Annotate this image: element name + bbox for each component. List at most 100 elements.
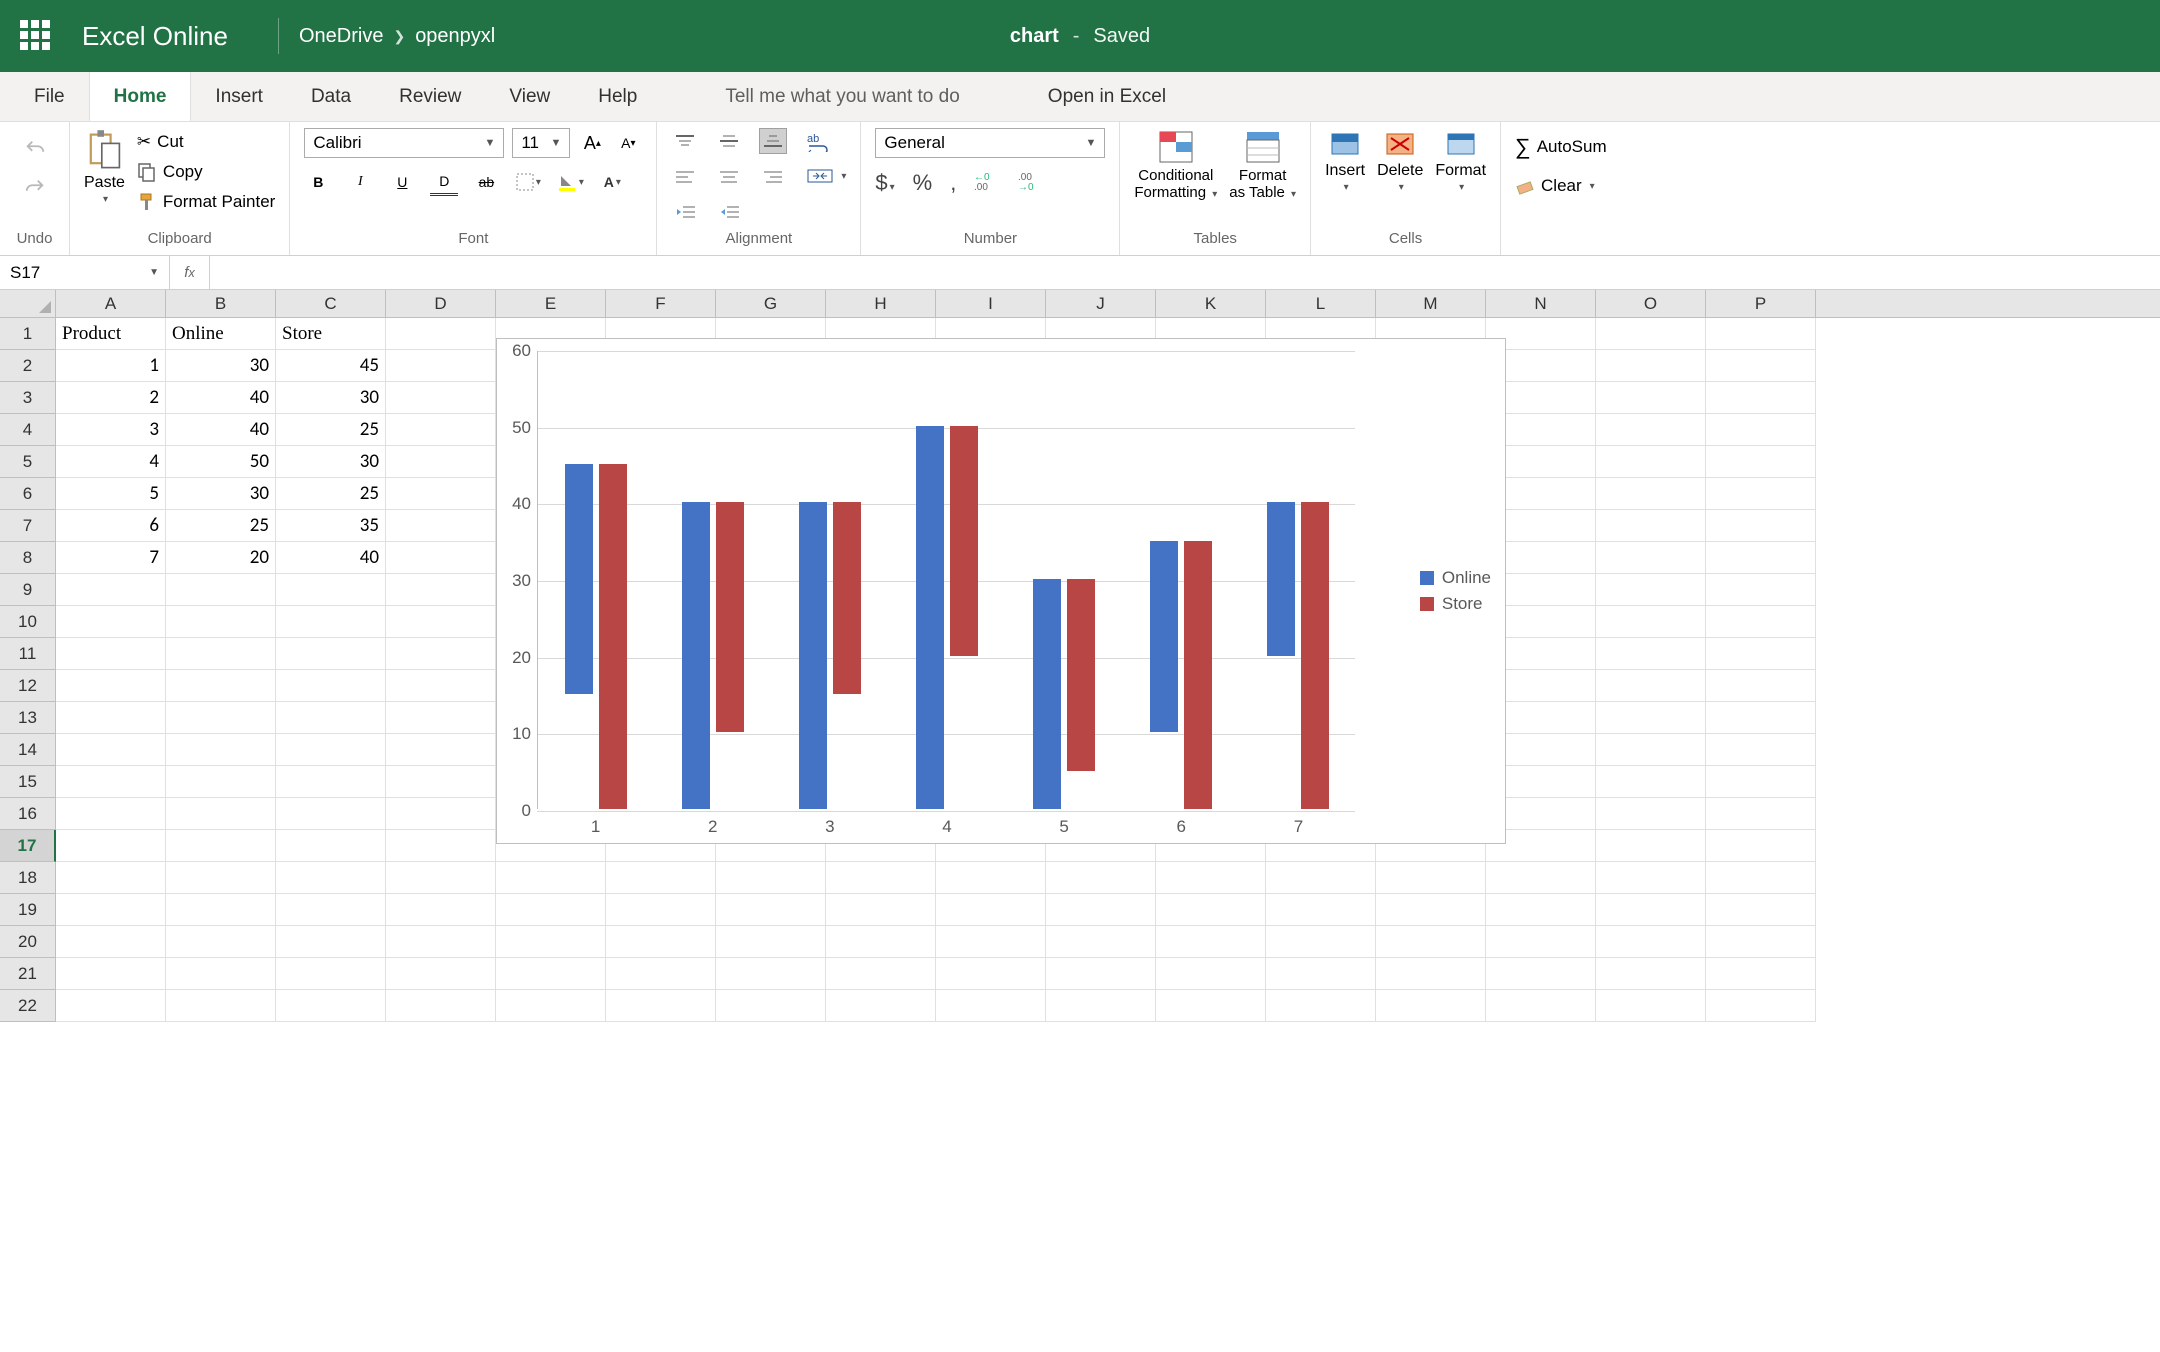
cell[interactable] <box>386 894 496 926</box>
cell[interactable] <box>1486 990 1596 1022</box>
cell[interactable] <box>1376 990 1486 1022</box>
row-header[interactable]: 18 <box>0 862 56 894</box>
cell[interactable] <box>1156 958 1266 990</box>
cell[interactable] <box>1486 958 1596 990</box>
bold-button[interactable]: B <box>304 168 332 196</box>
breadcrumb-root[interactable]: OneDrive <box>299 25 383 48</box>
cell[interactable] <box>56 862 166 894</box>
cell[interactable] <box>1596 574 1706 606</box>
cell[interactable] <box>496 926 606 958</box>
cell[interactable] <box>1376 894 1486 926</box>
cell[interactable]: 50 <box>166 446 276 478</box>
chart-bar[interactable] <box>950 426 978 656</box>
cell[interactable] <box>1706 350 1816 382</box>
cell[interactable] <box>716 958 826 990</box>
cell[interactable] <box>1046 990 1156 1022</box>
cell[interactable] <box>1596 734 1706 766</box>
row-header[interactable]: 10 <box>0 606 56 638</box>
cell[interactable] <box>386 350 496 382</box>
formula-input[interactable] <box>210 256 2160 289</box>
cell[interactable] <box>166 606 276 638</box>
spreadsheet-grid[interactable]: ABCDEFGHIJKLMNOP 1ProductOnlineStore2130… <box>0 290 2160 1022</box>
cell[interactable] <box>1596 830 1706 862</box>
cell[interactable] <box>716 894 826 926</box>
format-painter-button[interactable]: Format Painter <box>137 192 275 212</box>
cell[interactable] <box>1046 862 1156 894</box>
cell[interactable] <box>276 862 386 894</box>
cell[interactable]: 45 <box>276 350 386 382</box>
chart-bar[interactable] <box>799 502 827 809</box>
cell[interactable] <box>1706 638 1816 670</box>
cell[interactable] <box>166 574 276 606</box>
cell[interactable] <box>1486 894 1596 926</box>
cell[interactable] <box>1376 926 1486 958</box>
row-header[interactable]: 7 <box>0 510 56 542</box>
cell[interactable] <box>56 894 166 926</box>
cell[interactable] <box>386 670 496 702</box>
cell[interactable] <box>386 766 496 798</box>
cell[interactable] <box>606 926 716 958</box>
align-center-button[interactable] <box>715 164 743 190</box>
cell[interactable] <box>1706 798 1816 830</box>
accounting-format-button[interactable]: $▾ <box>875 170 894 196</box>
cell[interactable] <box>276 606 386 638</box>
fx-icon[interactable]: fx <box>170 256 210 289</box>
cell[interactable] <box>386 926 496 958</box>
cell[interactable] <box>386 638 496 670</box>
cell[interactable] <box>826 862 936 894</box>
cell[interactable] <box>386 382 496 414</box>
row-header[interactable]: 15 <box>0 766 56 798</box>
cell[interactable] <box>166 734 276 766</box>
tab-data[interactable]: Data <box>287 72 375 121</box>
cell[interactable] <box>1266 862 1376 894</box>
cell[interactable] <box>1046 958 1156 990</box>
cell[interactable] <box>1706 990 1816 1022</box>
cell[interactable] <box>1046 894 1156 926</box>
cell[interactable] <box>1596 766 1706 798</box>
cell[interactable] <box>1706 574 1816 606</box>
row-header[interactable]: 6 <box>0 478 56 510</box>
row-header[interactable]: 22 <box>0 990 56 1022</box>
tab-insert[interactable]: Insert <box>191 72 287 121</box>
cell[interactable] <box>1596 990 1706 1022</box>
cell[interactable]: 25 <box>276 414 386 446</box>
cell[interactable] <box>826 958 936 990</box>
cell[interactable]: 25 <box>166 510 276 542</box>
cell[interactable] <box>166 926 276 958</box>
column-header[interactable]: H <box>826 290 936 317</box>
row-header[interactable]: 14 <box>0 734 56 766</box>
chart-bar[interactable] <box>565 464 593 694</box>
row-header[interactable]: 17 <box>0 830 56 862</box>
cell[interactable] <box>1596 318 1706 350</box>
cell[interactable]: 30 <box>166 350 276 382</box>
cell[interactable]: 2 <box>56 382 166 414</box>
cell[interactable] <box>1156 926 1266 958</box>
cell[interactable] <box>1706 382 1816 414</box>
cell[interactable] <box>1596 350 1706 382</box>
row-header[interactable]: 11 <box>0 638 56 670</box>
cell[interactable] <box>166 894 276 926</box>
cell[interactable] <box>56 734 166 766</box>
cell[interactable] <box>386 702 496 734</box>
column-header[interactable]: N <box>1486 290 1596 317</box>
number-format-select[interactable]: General▼ <box>875 128 1105 158</box>
format-as-table-button[interactable]: Formatas Table ▾ <box>1229 128 1296 201</box>
cell[interactable] <box>276 702 386 734</box>
align-left-button[interactable] <box>671 164 699 190</box>
cell[interactable] <box>166 830 276 862</box>
open-in-excel-link[interactable]: Open in Excel <box>1024 72 1190 121</box>
cell[interactable]: 20 <box>166 542 276 574</box>
row-header[interactable]: 9 <box>0 574 56 606</box>
cell[interactable] <box>56 574 166 606</box>
cell[interactable] <box>166 670 276 702</box>
cell[interactable]: 4 <box>56 446 166 478</box>
cell[interactable] <box>386 798 496 830</box>
chart-bar[interactable] <box>833 502 861 694</box>
cell[interactable] <box>1156 894 1266 926</box>
italic-button[interactable]: I <box>346 168 374 196</box>
increase-indent-button[interactable] <box>715 198 743 226</box>
column-header[interactable]: O <box>1596 290 1706 317</box>
insert-cells-button[interactable]: Insert▾ <box>1325 128 1365 193</box>
cell[interactable] <box>166 766 276 798</box>
cell[interactable] <box>496 958 606 990</box>
